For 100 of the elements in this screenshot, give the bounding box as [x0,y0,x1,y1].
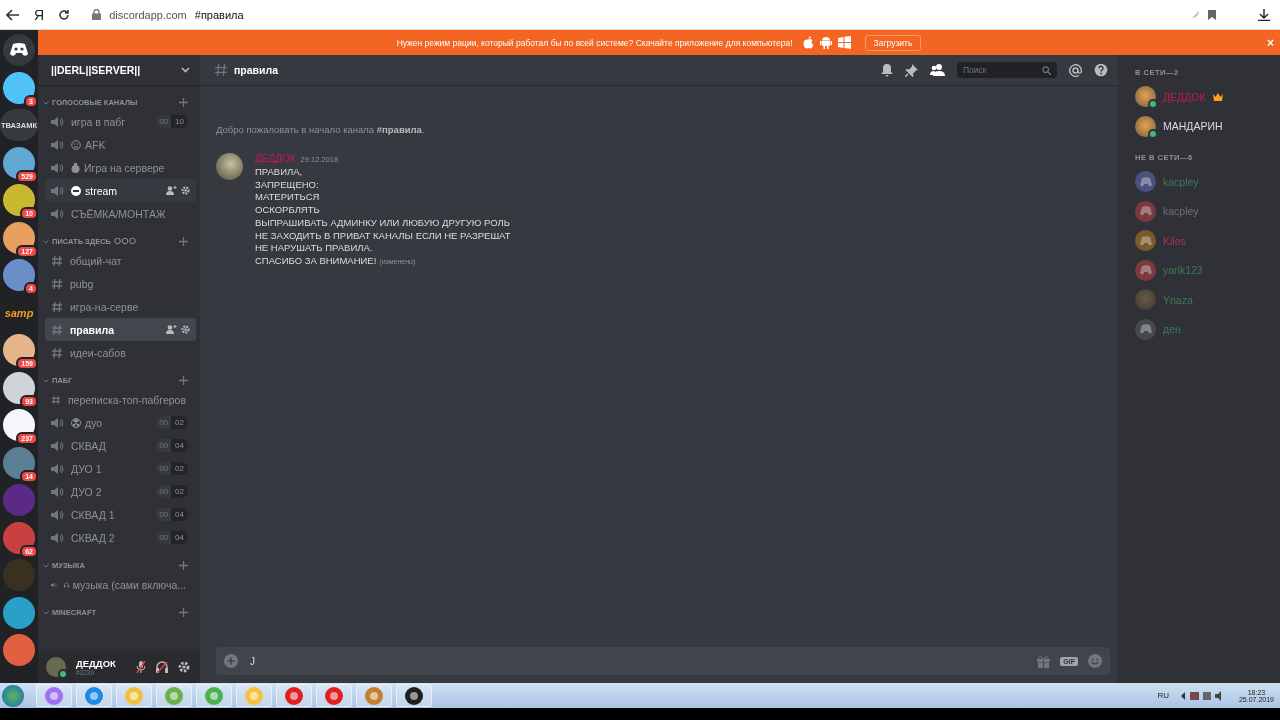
welcome-text: Добро пожаловать в начало канала #правила. [216,124,426,135]
plus-icon[interactable] [179,376,188,385]
member-item[interactable]: МАНДАРИН [1135,111,1272,141]
plus-icon[interactable] [224,654,238,668]
download-icon[interactable] [1258,8,1270,21]
channel-item[interactable]: Игра на сервере [45,156,196,179]
member-item[interactable]: yarik123 [1135,255,1272,285]
member-name: yarik123 [1163,264,1203,277]
no-entry-icon [71,185,81,196]
speaker-icon [51,531,64,544]
address-bar[interactable]: discordapp.com #правила [84,3,1224,26]
home-button[interactable] [3,34,35,66]
speaker-icon [51,161,64,174]
bookmark-icon[interactable] [1208,9,1216,20]
download-button[interactable]: Загрузить [864,34,922,51]
server-icon[interactable] [3,634,35,666]
user-avatar[interactable] [46,657,66,677]
emoji-icon[interactable] [1088,654,1102,668]
gift-icon[interactable] [1037,654,1051,668]
message-line: НЕ НАРУШАТЬ ПРАВИЛА. [255,242,373,255]
apple-icon[interactable] [802,36,814,49]
help-icon[interactable] [1094,63,1108,77]
search-bar[interactable]: Поиск [957,62,1057,78]
invite-icon[interactable] [166,325,177,334]
channel-item[interactable]: AFK [45,133,196,156]
plus-icon[interactable] [179,98,188,107]
settings-icon[interactable] [181,325,190,334]
channel-item[interactable]: правила [45,318,196,341]
language-indicator[interactable]: RU [1157,691,1169,700]
speaker-icon [51,138,64,151]
speaker-icon [51,439,64,452]
headphones-icon[interactable] [156,661,168,673]
chevron-icon [181,67,190,73]
search-field[interactable]: Поиск [963,65,1042,75]
channel-item[interactable]: СЪЁМКА/МОНТАЖ [45,202,196,225]
plus-icon[interactable] [179,237,188,246]
hash-icon [51,323,63,336]
message-line: ПРАВИЛА, [255,166,303,179]
speaker-icon [51,115,64,128]
member-item[interactable]: kacpley [1135,196,1272,226]
member-item[interactable]: ДЕДДОК [1135,82,1272,112]
member-item[interactable]: kacpley [1135,167,1272,197]
chevron-icon [43,100,49,105]
mention-icon[interactable] [1069,63,1082,77]
message-line: ОСКОРБЛЯТЬ [255,204,320,217]
hash-icon [51,300,63,313]
speaker-icon [51,207,64,220]
message-field[interactable]: J [248,654,1028,668]
bell-icon[interactable] [881,63,893,77]
chevron-icon [43,610,49,615]
bag-icon [71,162,80,173]
channel-item[interactable]: идеи-сабов [45,341,196,364]
speaker-icon [51,485,64,498]
hash-icon [51,277,63,290]
member-item[interactable]: ден [1135,314,1272,344]
browser-logo[interactable]: Я [34,6,45,23]
headphones-icon [63,579,69,590]
plus-icon[interactable] [179,561,188,570]
member-name: Ynaza [1163,293,1193,306]
close-button[interactable]: × [1265,35,1276,50]
channel-item[interactable]: общий-чат [45,249,196,272]
pin-icon[interactable] [905,63,918,77]
taskbar-app-icon[interactable] [396,684,432,707]
member-name: ден [1163,323,1181,336]
members-icon[interactable] [930,64,945,76]
member-item[interactable]: Ynaza [1135,285,1272,315]
channel-item[interactable]: pubg [45,272,196,295]
channel-item[interactable]: переписка-топ-пабгеров [45,388,196,411]
server-icon[interactable] [3,596,35,629]
search-icon [1042,65,1051,75]
speech-bubbles-icon [113,238,136,245]
channel-item[interactable]: музыка (сами включа... [45,573,196,596]
user-name: ДЕДДОК [76,658,117,669]
plus-icon[interactable] [179,608,188,617]
message-line: МАТЕРИТЬСЯ [255,191,320,205]
settings-icon[interactable] [181,186,190,195]
invite-icon[interactable] [166,186,177,195]
member-name: МАНДАРИН [1163,120,1223,133]
member-name: kacpley [1163,205,1199,218]
channel-item[interactable]: игра-на-серве [45,295,196,318]
message-line: ЗАПРЕЩЕНО: [255,178,319,192]
channel-title: правила [234,64,278,76]
chevron-icon [43,563,49,568]
microphone-icon[interactable] [136,661,146,673]
lock-icon [92,9,102,20]
speaker-icon [51,184,64,197]
channel-item[interactable]: stream [45,179,196,202]
settings-icon[interactable] [178,661,190,673]
member-name: Kilos [1163,234,1186,247]
member-name: kacpley [1163,175,1199,188]
radiation-icon [71,417,81,428]
windows-icon[interactable] [837,36,851,49]
android-icon[interactable] [819,36,832,49]
back-icon[interactable] [6,8,20,21]
author-avatar[interactable] [216,153,243,180]
hash-icon [51,254,63,267]
reload-icon[interactable] [58,8,71,21]
member-name: ДЕДДОК [1163,90,1206,103]
start-button[interactable] [2,684,24,707]
message-line: НЕ ЗАХОДИТЬ В ПРИВАТ КАНАЛЫ ЕСЛИ НЕ РАЗРЕШАТ [255,229,511,243]
